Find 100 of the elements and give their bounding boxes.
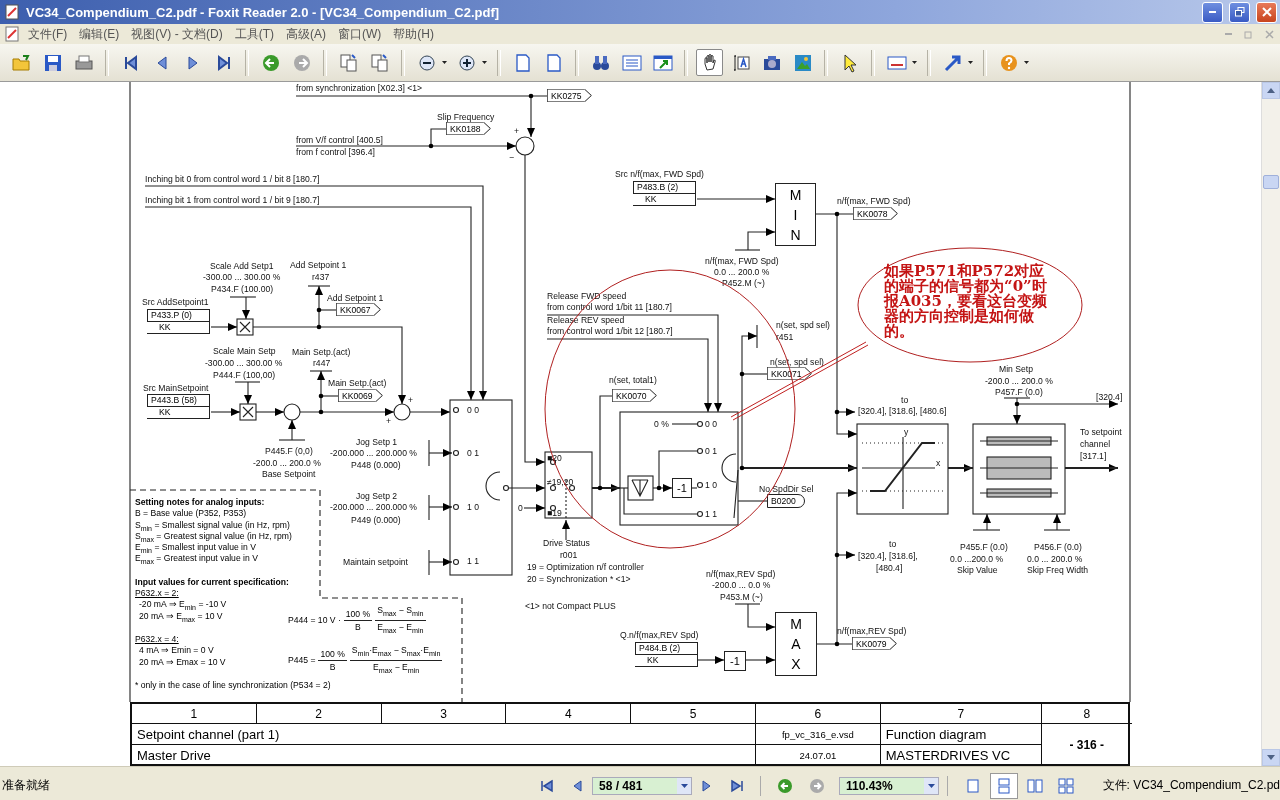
status-message: 准备就绪 <box>1 777 51 794</box>
scroll-down-button[interactable] <box>1262 749 1280 766</box>
toolbar-button[interactable] <box>696 49 723 76</box>
scroll-up-button[interactable] <box>1262 82 1280 99</box>
menu-item[interactable]: 工具(T) <box>230 25 278 43</box>
caret-icon <box>482 61 487 64</box>
diagram-label: P445.F (0,0) <box>265 445 313 457</box>
column-number: 1 <box>132 704 257 724</box>
fraction-numerator: S$_{min}$·E$_{max}$ − S$_{max}$·E$_{min}$ <box>349 644 443 661</box>
save-icon <box>42 52 63 73</box>
menu-item[interactable]: 窗口(W) <box>334 25 386 43</box>
diagram-label: n/f(max, FWD Spd) <box>705 255 779 267</box>
diagram-label: n(set, total1) <box>609 374 657 386</box>
diagram-label: r451 <box>776 331 794 343</box>
min-block: MIN <box>775 183 816 246</box>
diagram-label: y <box>904 426 909 438</box>
diagram-label: from f control [396.4] <box>296 146 375 158</box>
caret-icon <box>1024 61 1029 64</box>
diagram-label: Inching bit 1 from control word 1 / bit 9 [180.7] <box>145 194 320 206</box>
minimize-button[interactable] <box>1202 1 1223 23</box>
document-icon <box>4 26 20 42</box>
diagram-label: 0 1 <box>467 447 479 459</box>
diagram-label: to <box>901 394 909 406</box>
file-name: fp_vc_316_e.vsd <box>756 724 881 745</box>
connector-tag: KK0070 <box>612 389 657 402</box>
diagram-label: r447 <box>313 357 331 369</box>
diagram-label: To setpoint channel [317.1] <box>1080 426 1122 462</box>
diagram-label: Min Setp <box>999 363 1033 375</box>
connector-tag: KK0067 <box>336 303 381 316</box>
note-line: S$_{min}$ = Smallest signal value (in Hz, rpm) <box>135 519 290 531</box>
up-arrow-icon <box>1267 88 1275 93</box>
menu-item[interactable]: 高级(A) <box>282 25 330 43</box>
page-number-field[interactable]: 58 / 481 <box>592 776 692 795</box>
diagram-label: -200.0 ... 200.0 % <box>253 457 321 469</box>
menu-item[interactable]: 视图(V) - 文档(D) <box>127 25 227 43</box>
fraction-numerator: 100 % <box>318 647 347 661</box>
column-number: 6 <box>756 704 881 724</box>
menu-item[interactable]: 文件(F) <box>24 25 72 43</box>
diagram-label: Src AddSetpoint1 <box>142 296 209 308</box>
restore-button[interactable] <box>1229 1 1250 23</box>
window-title: VC34_Compendium_C2.pdf - Foxit Reader 2.0 - [VC34_Compendium_C2.pdf] <box>26 4 500 20</box>
connector-type: KK <box>635 655 698 667</box>
continuous-facing-icon <box>1058 777 1074 794</box>
diagram-label: Main Setp.(act) <box>328 377 387 389</box>
diagram-label: to <box>889 538 897 550</box>
diagram-label: P456.F (0.0) <box>1034 541 1082 553</box>
forward-icon[interactable] <box>809 777 825 794</box>
zoom-field[interactable]: 110.43% <box>839 776 939 795</box>
diagram-label: ≠19,20 <box>547 476 574 488</box>
diagram-label: 20 = Synchronization * <1> <box>527 573 631 585</box>
view-mode-button[interactable] <box>990 772 1018 799</box>
diagram-label: Jog Setp 2 <box>356 490 398 502</box>
document-icon <box>4 4 20 20</box>
column-number: 8 <box>1041 704 1132 724</box>
vertical-scrollbar[interactable] <box>1261 82 1280 766</box>
diagram-label: <1> not Compact PLUS <box>525 600 616 612</box>
diagram-label: Main Setp.(act) <box>292 346 351 358</box>
caret-icon <box>912 61 917 64</box>
diagram-label: 0.0 ... 200.0 % <box>1027 553 1083 565</box>
diagram-label: ■19 <box>547 507 562 519</box>
diagram-label: -200.0 ... 0.0 % <box>712 579 771 591</box>
diagram-label: Src MainSetpoint <box>143 382 209 394</box>
printer-icon <box>73 52 94 73</box>
fraction-denominator: B <box>355 620 361 633</box>
diagram-label: n(set, spd sel) <box>770 356 824 368</box>
diagram-label: n/f(max,REV Spd) <box>706 568 776 580</box>
scrollbar-thumb[interactable] <box>1263 175 1279 189</box>
window-icon <box>652 52 673 73</box>
diagram-label: Add Setpoint 1 <box>327 292 384 304</box>
diagram-label: -200.0 ... 200.0 % <box>985 375 1053 387</box>
diagram-label: Skip Freq Width <box>1027 564 1089 576</box>
annotation-text: 如果P571和P572对应的端子的信号都为“0”时报A035，要看这台变频器的方向控制是如何做的。 <box>884 264 1048 339</box>
diagram-label: P457.F (0.0) <box>995 386 1043 398</box>
diagram-label: P453.M (~) <box>720 591 763 603</box>
caret-icon <box>680 783 688 788</box>
diagram-label: P434.F (100.00) <box>211 283 274 295</box>
menu-item[interactable]: 编辑(E) <box>75 25 124 43</box>
diagram-label: -200.000 ... 200.000 % <box>330 501 417 513</box>
parameter-value: P443.B (58) <box>147 394 210 407</box>
diagram-label: P448 (0.000) <box>351 459 401 471</box>
diagram-label: P444.F (100,00) <box>213 369 276 381</box>
diagram-label: -300.00 ... 300.00 % <box>205 357 283 369</box>
last-page-icon[interactable] <box>730 778 744 793</box>
page-copy-icon <box>338 52 359 73</box>
diagram-label: [320.4], [318.6], <box>858 550 918 562</box>
diagram-label: 0 0 <box>467 404 479 416</box>
back-icon[interactable] <box>777 777 793 794</box>
close-button[interactable] <box>1256 1 1277 23</box>
picture-icon <box>792 52 813 73</box>
menu-item[interactable]: 帮助(H) <box>389 25 438 43</box>
column-number: 2 <box>256 704 382 724</box>
connector-tag: KK0069 <box>338 389 383 402</box>
first-page-icon[interactable] <box>540 778 554 793</box>
diagram-label: from control word 1/bit 12 [180.7] <box>547 325 673 337</box>
single-page-icon <box>965 777 981 794</box>
diagram-label: -300.00 ... 300.00 % <box>203 271 281 283</box>
diagram-label: Q.n/f(max,REV Spd) <box>620 629 699 641</box>
note-line: E$_{min}$ = Smallest input value in V <box>135 542 256 554</box>
diagram-label: Jog Setp 1 <box>356 436 398 448</box>
facing-pages-icon <box>1027 777 1043 794</box>
